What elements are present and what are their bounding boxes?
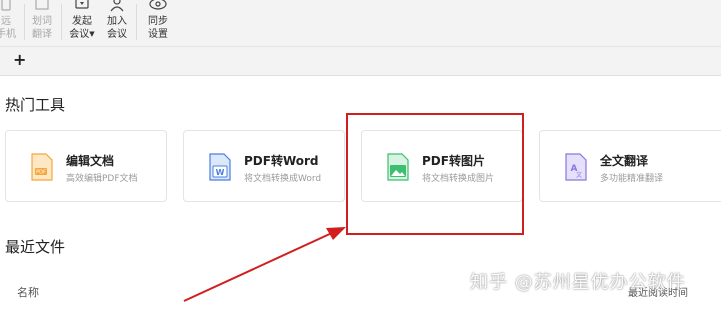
annotation-arrow bbox=[183, 227, 346, 302]
watermark-text: 知乎 @苏州星优办公软件 bbox=[470, 272, 686, 293]
